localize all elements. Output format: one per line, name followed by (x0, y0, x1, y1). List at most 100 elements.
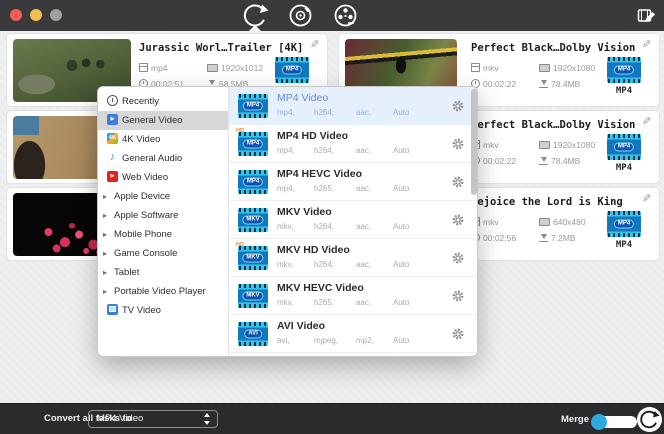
format-list: MP4 MP4 Video mp4,h264,aac,Auto HDMP4 MP… (229, 87, 478, 356)
settings-gear-icon[interactable] (451, 175, 465, 189)
sidebar-item-tv-video[interactable]: TV Video (98, 301, 228, 320)
format-category-sidebar: Recently ▶General Video 4K4K Video ♪Gene… (98, 87, 229, 356)
chevron-right-icon: ▸ (103, 244, 112, 263)
convert-arrow-icon (639, 409, 660, 430)
resolution-icon (539, 141, 550, 149)
sidebar-item-web-video[interactable]: ▶Web Video (98, 168, 228, 187)
tv-icon (107, 304, 118, 315)
format-row-mp4-hevc-video[interactable]: MP4 MP4 HEVC Video mp4,h265,aac,Auto (229, 163, 478, 201)
mp4-film-icon: MP4 (238, 94, 268, 118)
video-title: Rejoice the Lord is King (471, 196, 641, 208)
avi-film-icon: AVI (238, 322, 268, 346)
close-window-button[interactable] (10, 9, 22, 21)
edit-pencil-icon[interactable]: ✎ (310, 38, 319, 51)
file-size-icon (539, 234, 548, 242)
mp4-hd-film-icon: HDMP4 (238, 132, 268, 156)
sidebar-item-tablet[interactable]: ▸Tablet (98, 263, 228, 282)
resolution-meta: 1920x1080 (539, 140, 595, 150)
output-format-button[interactable]: MP4 (607, 134, 641, 160)
resolution-icon (539, 218, 550, 226)
format-row-mkv-hd-video[interactable]: HDMKV MKV HD Video mkv,h264,aac,Auto (229, 239, 478, 277)
video-title: Perfect Black…Dolby Vision (471, 42, 641, 54)
chevron-right-icon: ▸ (103, 206, 112, 225)
mkv-hevc-film-icon: MKV (238, 284, 268, 308)
resolution-meta: 640x480 (539, 217, 586, 227)
settings-gear-icon[interactable] (451, 99, 465, 113)
size-meta: 78.4MB (539, 79, 580, 89)
sidebar-item-apple-device[interactable]: ▸Apple Device (98, 187, 228, 206)
bottom-bar: Convert all tasks to MP4 Video Merge (0, 403, 664, 434)
sidebar-item-game-console[interactable]: ▸Game Console (98, 244, 228, 263)
youtube-icon: ▶ (107, 171, 118, 182)
merge-toggle-knob[interactable] (591, 414, 607, 430)
clock-icon (107, 95, 118, 106)
video-title: Perfect Black…Dolby Vision 1 (471, 119, 641, 131)
video-title: Jurassic Worl…Trailer [4K] (139, 42, 309, 54)
chevron-right-icon: ▸ (103, 225, 112, 244)
sidebar-item-portable-video-player[interactable]: ▸Portable Video Player (98, 282, 228, 301)
video-icon: ▶ (107, 114, 118, 125)
zoom-window-button[interactable] (50, 9, 62, 21)
sidebar-item-4k-video[interactable]: 4K4K Video (98, 130, 228, 149)
select-stepper-icon (203, 413, 212, 425)
chevron-right-icon: ▸ (103, 187, 112, 206)
settings-gear-icon[interactable] (451, 251, 465, 265)
mp4-hevc-film-icon: MP4 (238, 170, 268, 194)
file-format-icon (471, 63, 480, 72)
output-format-button[interactable]: MP4 (607, 211, 641, 237)
sidebar-item-general-video[interactable]: ▶General Video (98, 111, 228, 130)
dvd-ripper-tab-icon[interactable] (287, 2, 314, 29)
mkv-hd-film-icon: HDMKV (238, 246, 268, 270)
media-editor-icon[interactable] (637, 6, 657, 26)
settings-gear-icon[interactable] (451, 327, 465, 341)
edit-pencil-icon[interactable]: ✎ (642, 192, 651, 205)
file-size-icon (539, 80, 548, 88)
chevron-right-icon: ▸ (103, 263, 112, 282)
size-meta: 7.2MB (539, 233, 576, 243)
output-preset-select[interactable]: MP4 Video (88, 410, 218, 428)
chevron-right-icon: ▸ (103, 282, 112, 301)
output-format-label: MP4 (607, 86, 641, 96)
settings-gear-icon[interactable] (451, 213, 465, 227)
settings-gear-icon[interactable] (451, 289, 465, 303)
format-meta: mkv (471, 63, 499, 73)
format-picker-popup: Recently ▶General Video 4K4K Video ♪Gene… (97, 86, 478, 357)
resolution-icon (207, 64, 218, 72)
convert-button[interactable] (637, 407, 662, 432)
format-row-mp4-hd-video[interactable]: HDMP4 MP4 HD Video mp4,h264,aac,Auto (229, 125, 478, 163)
mkv-film-icon: MKV (238, 208, 268, 232)
merge-label: Merge (561, 414, 589, 425)
popup-scrollbar[interactable] (471, 89, 477, 195)
merge-toggle[interactable] (592, 416, 637, 428)
settings-gear-icon[interactable] (451, 137, 465, 151)
resolution-icon (539, 64, 550, 72)
sidebar-item-recently[interactable]: Recently (98, 92, 228, 111)
format-row-mp4-video[interactable]: MP4 MP4 Video mp4,h264,aac,Auto (229, 87, 478, 125)
edit-pencil-icon[interactable]: ✎ (642, 115, 651, 128)
file-format-icon (139, 63, 148, 72)
format-row-avi-video[interactable]: AVI AVI Video avi,mjpeg,mp2,Auto (229, 315, 478, 353)
selected-tab-caret (249, 25, 261, 31)
music-note-icon: ♪ (107, 152, 118, 163)
size-meta: 78.4MB (539, 156, 580, 166)
4k-icon: 4K (107, 133, 118, 144)
resolution-meta: 1920x1080 (539, 63, 595, 73)
format-row-mkv-hevc-video[interactable]: MKV MKV HEVC Video mkv,h265,aac,Auto (229, 277, 478, 315)
output-format-button[interactable]: MP4 (607, 57, 641, 83)
sidebar-item-general-audio[interactable]: ♪General Audio (98, 149, 228, 168)
sidebar-item-mobile-phone[interactable]: ▸Mobile Phone (98, 225, 228, 244)
app-window: Jurassic Worl…Trailer [4K] mp4 1920x1012… (0, 0, 664, 434)
output-format-label: MP4 (607, 240, 641, 250)
resolution-meta: 1920x1012 (207, 63, 263, 73)
duration-meta: 00:02:22 (471, 79, 516, 89)
output-format-label: MP4 (607, 163, 641, 173)
minimize-window-button[interactable] (30, 9, 42, 21)
format-row-mkv-video[interactable]: MKV MKV Video mkv,h264,aac,Auto (229, 201, 478, 239)
edit-pencil-icon[interactable]: ✎ (642, 38, 651, 51)
toolbox-tab-icon[interactable] (332, 2, 359, 29)
titlebar (0, 0, 664, 31)
format-meta: mp4 (139, 63, 168, 73)
file-size-icon (539, 157, 548, 165)
output-format-button[interactable]: MP4 (275, 57, 309, 83)
sidebar-item-apple-software[interactable]: ▸Apple Software (98, 206, 228, 225)
